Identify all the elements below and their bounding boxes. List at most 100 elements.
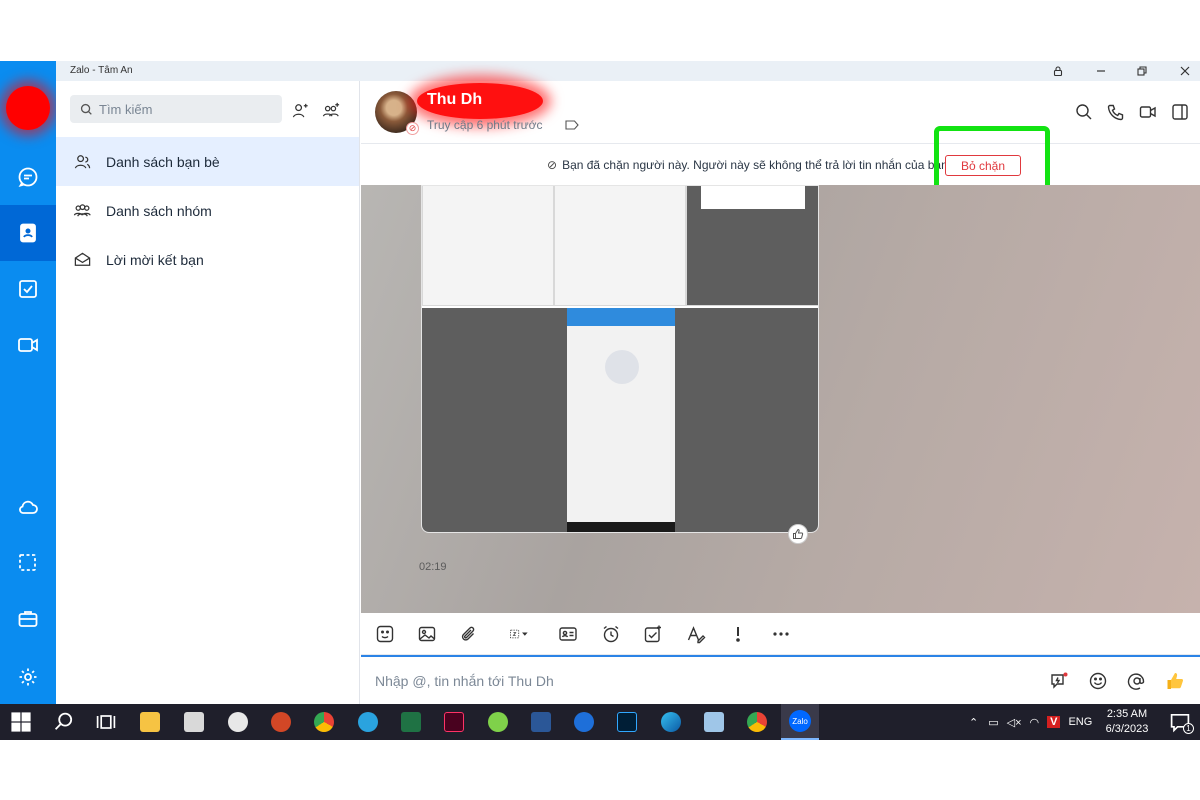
screenshot-icon — [19, 554, 36, 571]
groups-list-item[interactable]: Danh sách nhóm — [56, 186, 359, 235]
excel-icon[interactable] — [399, 710, 423, 734]
friends-list-item[interactable]: Danh sách bạn bè — [56, 137, 359, 186]
minimize-button[interactable] — [1093, 63, 1109, 79]
blocked-notice-text: Bạn đã chặn người này. Người này sẽ khôn… — [562, 158, 948, 172]
image-tile[interactable] — [554, 186, 686, 306]
screenshot-nav[interactable] — [0, 535, 56, 591]
exclamation-icon — [736, 627, 740, 642]
search-box[interactable]: Tìm kiếm — [70, 95, 282, 123]
taskbar-clock[interactable]: 2:35 AM 6/3/2023 — [1104, 707, 1150, 737]
mark-important-button[interactable] — [727, 623, 749, 645]
chrome-profile-icon[interactable] — [745, 710, 769, 734]
video-nav[interactable] — [0, 317, 56, 373]
volume-muted-icon[interactable]: ◁× — [1007, 716, 1022, 729]
more-options-button[interactable] — [770, 623, 792, 645]
friend-requests-item[interactable]: Lời mời kết bạn — [56, 235, 359, 284]
conversation-info-button[interactable] — [1169, 101, 1191, 123]
contact-avatar[interactable]: ⊘ — [375, 91, 419, 135]
file-explorer-icon[interactable] — [138, 710, 162, 734]
start-button[interactable] — [9, 710, 33, 734]
toolbox-nav[interactable] — [0, 591, 56, 647]
powerpoint-icon[interactable] — [269, 710, 293, 734]
notes-app-icon[interactable] — [702, 710, 726, 734]
thumbs-up-icon — [1167, 673, 1184, 689]
message-timestamp: 02:19 — [419, 561, 447, 573]
send-like-button[interactable] — [1163, 669, 1187, 693]
user-avatar[interactable] — [6, 86, 50, 130]
restore-button[interactable] — [1134, 63, 1150, 79]
edge-icon[interactable] — [659, 710, 683, 734]
search-icon — [80, 103, 92, 115]
attach-file-button[interactable] — [458, 623, 480, 645]
taskbar-search-button[interactable] — [52, 710, 76, 734]
cloud-nav[interactable] — [0, 479, 56, 535]
paint-app-icon[interactable] — [226, 710, 250, 734]
zalo-taskbar-button[interactable]: Zalo — [781, 704, 819, 740]
wifi-icon[interactable]: ◠ — [1030, 716, 1040, 729]
message-input-placeholder[interactable]: Nhập @, tin nhắn tới Thu Dh — [375, 673, 554, 689]
windows-taskbar: Zalo ⌃ ▭ ◁× ◠ V ENG 2:35 AM 6/3/2023 1 — [0, 704, 1200, 740]
telegram-icon[interactable] — [356, 710, 380, 734]
react-button[interactable] — [788, 524, 808, 544]
image-message[interactable] — [421, 185, 819, 533]
chat-area: ⊘ Thu Dh Truy cập 6 phút trước ⊘ Bạn đã c… — [361, 81, 1200, 704]
add-friend-button[interactable] — [289, 99, 311, 121]
emoji-button[interactable] — [1086, 669, 1110, 693]
lock-button[interactable] — [1050, 63, 1066, 79]
blocked-notice: ⊘ Bạn đã chặn người này. Người này sẽ khô… — [547, 158, 948, 172]
paperclip-icon — [461, 626, 475, 641]
business-card-button[interactable] — [557, 623, 579, 645]
unikey-icon[interactable] — [182, 710, 206, 734]
word-icon[interactable] — [529, 710, 553, 734]
create-task-button[interactable] — [642, 623, 664, 645]
side-panel-icon — [1172, 104, 1188, 120]
image-tile[interactable] — [686, 186, 818, 306]
image-icon — [418, 626, 436, 642]
sticker-icon — [376, 625, 394, 643]
task-view-button[interactable] — [94, 710, 118, 734]
group-icon — [73, 204, 91, 217]
battery-icon[interactable]: ▭ — [988, 716, 998, 729]
screenshot-button[interactable] — [501, 623, 537, 645]
coccoc-browser-icon[interactable] — [486, 710, 510, 734]
quick-message-button[interactable] — [1047, 669, 1071, 693]
todo-nav[interactable] — [0, 261, 56, 317]
search-placeholder: Tìm kiếm — [99, 101, 153, 117]
at-sign-icon — [1127, 673, 1145, 690]
message-list[interactable]: 02:19 — [361, 185, 1200, 613]
gear-icon — [19, 668, 37, 686]
reminder-button[interactable] — [600, 623, 622, 645]
voice-call-button[interactable] — [1105, 101, 1127, 123]
unikey-v-icon[interactable]: V — [1047, 716, 1061, 728]
mention-button[interactable] — [1125, 669, 1149, 693]
photoshop-icon[interactable] — [615, 710, 639, 734]
groups-list-label: Danh sách nhóm — [106, 202, 212, 219]
more-dots-icon — [773, 632, 789, 636]
video-call-button[interactable] — [1137, 101, 1159, 123]
message-composer[interactable]: Nhập @, tin nhắn tới Thu Dh — [361, 655, 1200, 704]
last-seen-status: Truy cập 6 phút trước — [427, 118, 543, 132]
app-icon[interactable] — [572, 710, 596, 734]
text-format-button[interactable] — [685, 623, 707, 645]
messages-nav[interactable] — [0, 149, 56, 205]
chevron-up-icon[interactable]: ⌃ — [969, 716, 978, 729]
video-camera-icon — [18, 338, 38, 352]
image-tile[interactable] — [422, 186, 554, 306]
settings-nav[interactable] — [0, 649, 56, 704]
chrome-icon[interactable] — [312, 710, 336, 734]
image-button[interactable] — [416, 623, 438, 645]
indesign-icon[interactable] — [442, 710, 466, 734]
chat-search-button[interactable] — [1073, 101, 1095, 123]
close-button[interactable] — [1177, 63, 1193, 79]
window-title: Zalo - Tâm An — [70, 65, 133, 76]
label-tag-icon[interactable] — [565, 118, 579, 130]
contacts-nav[interactable] — [0, 205, 56, 261]
notification-center-button[interactable]: 1 — [1168, 710, 1194, 734]
create-group-button[interactable] — [320, 99, 342, 121]
add-group-icon — [322, 102, 339, 116]
smiley-icon — [1089, 672, 1107, 690]
sticker-button[interactable] — [374, 623, 396, 645]
contact-name[interactable]: Thu Dh — [427, 91, 482, 115]
phone-icon — [1107, 104, 1124, 121]
language-indicator[interactable]: ENG — [1068, 716, 1092, 728]
